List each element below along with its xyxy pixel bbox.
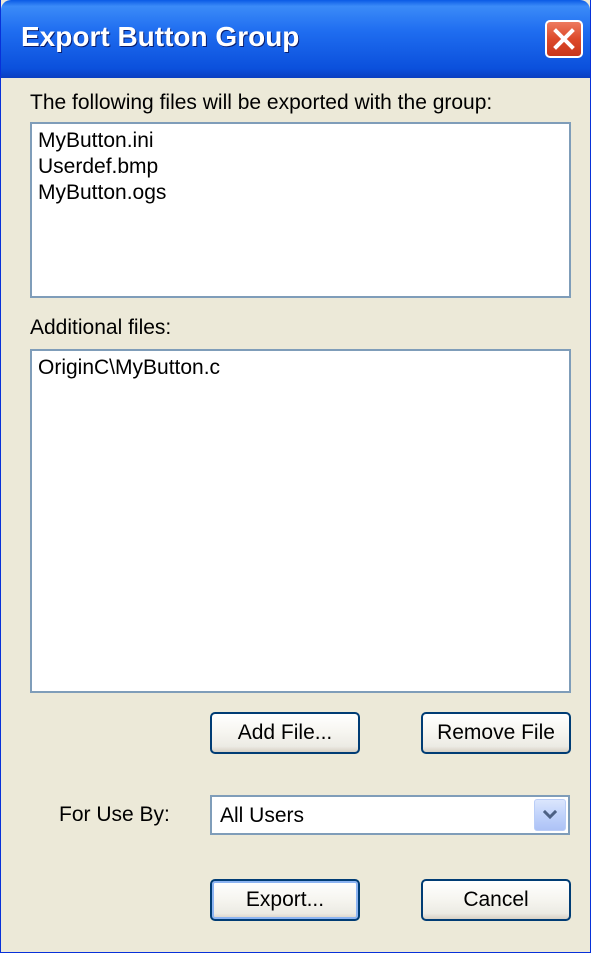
additional-files-label: Additional files: <box>30 316 172 339</box>
chevron-down-icon <box>543 809 557 820</box>
export-button-group-dialog: Export Button Group The following files … <box>0 0 591 953</box>
additional-files-list[interactable]: OriginC\MyButton.c <box>30 349 571 693</box>
cancel-button[interactable]: Cancel <box>421 879 571 921</box>
for-use-by-label: For Use By: <box>59 803 170 826</box>
for-use-by-value: All Users <box>220 804 305 827</box>
close-icon <box>553 28 575 50</box>
exported-files-list[interactable]: MyButton.ini Userdef.bmp MyButton.ogs <box>30 122 571 298</box>
close-button[interactable] <box>545 20 583 58</box>
exported-files-label: The following files will be exported wit… <box>30 91 493 114</box>
window-title: Export Button Group <box>21 21 300 52</box>
list-item[interactable]: Userdef.bmp <box>38 154 563 180</box>
list-item[interactable]: MyButton.ini <box>38 128 563 154</box>
remove-file-button[interactable]: Remove File <box>421 712 571 754</box>
list-item[interactable]: OriginC\MyButton.c <box>38 355 563 381</box>
title-bar[interactable]: Export Button Group <box>1 0 590 78</box>
list-item[interactable]: MyButton.ogs <box>38 180 563 206</box>
dropdown-button[interactable] <box>534 799 566 831</box>
add-file-button[interactable]: Add File... <box>210 712 360 754</box>
export-button[interactable]: Export... <box>210 879 360 921</box>
for-use-by-select[interactable]: All Users <box>210 795 570 835</box>
